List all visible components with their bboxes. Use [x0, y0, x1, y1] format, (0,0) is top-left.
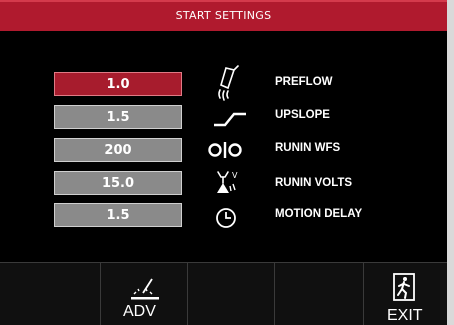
softkey-4[interactable] — [275, 263, 364, 325]
exit-door-icon — [393, 273, 415, 301]
wire-feed-rolls-icon — [208, 142, 242, 158]
softkey-1[interactable] — [0, 263, 101, 325]
title-bar: START SETTINGS — [0, 0, 447, 31]
softkey-3[interactable] — [188, 263, 275, 325]
weld-settings-screen: START SETTINGS 1.0 1.5 200 15.0 1.5 V PR… — [0, 0, 447, 325]
bottom-softkey-bar: ADV EXIT — [0, 262, 447, 325]
runin-volts-value-box[interactable]: 15.0 — [54, 171, 182, 195]
adv-button[interactable]: ADV — [101, 263, 188, 325]
preflow-value: 1.0 — [106, 76, 130, 92]
preflow-nozzle-icon — [218, 65, 239, 101]
motion-delay-label: MOTION DELAY — [275, 208, 363, 220]
screen-title: START SETTINGS — [175, 9, 272, 22]
runin-wfs-label: RUNIN WFS — [275, 142, 341, 154]
runin-volts-label: RUNIN VOLTS — [275, 177, 353, 189]
adv-weld-torch-icon — [131, 278, 159, 300]
upslope-label: UPSLOPE — [275, 109, 330, 121]
motion-delay-value: 1.5 — [106, 207, 130, 223]
arc-voltage-icon: V — [217, 171, 238, 193]
preflow-label: PREFLOW — [275, 76, 333, 88]
runin-wfs-value: 200 — [104, 142, 132, 158]
runin-volts-value: 15.0 — [101, 175, 135, 191]
upslope-value-box[interactable]: 1.5 — [54, 105, 182, 129]
runin-wfs-value-box[interactable]: 200 — [54, 138, 182, 162]
preflow-value-box[interactable]: 1.0 — [54, 72, 182, 96]
exit-button[interactable]: EXIT — [364, 263, 447, 325]
exit-label: EXIT — [387, 307, 423, 324]
motion-delay-value-box[interactable]: 1.5 — [54, 203, 182, 227]
upslope-value: 1.5 — [106, 109, 130, 125]
clock-icon — [216, 208, 236, 228]
upslope-icon — [214, 112, 246, 127]
adv-label: ADV — [123, 303, 156, 320]
svg-text:V: V — [232, 171, 238, 180]
